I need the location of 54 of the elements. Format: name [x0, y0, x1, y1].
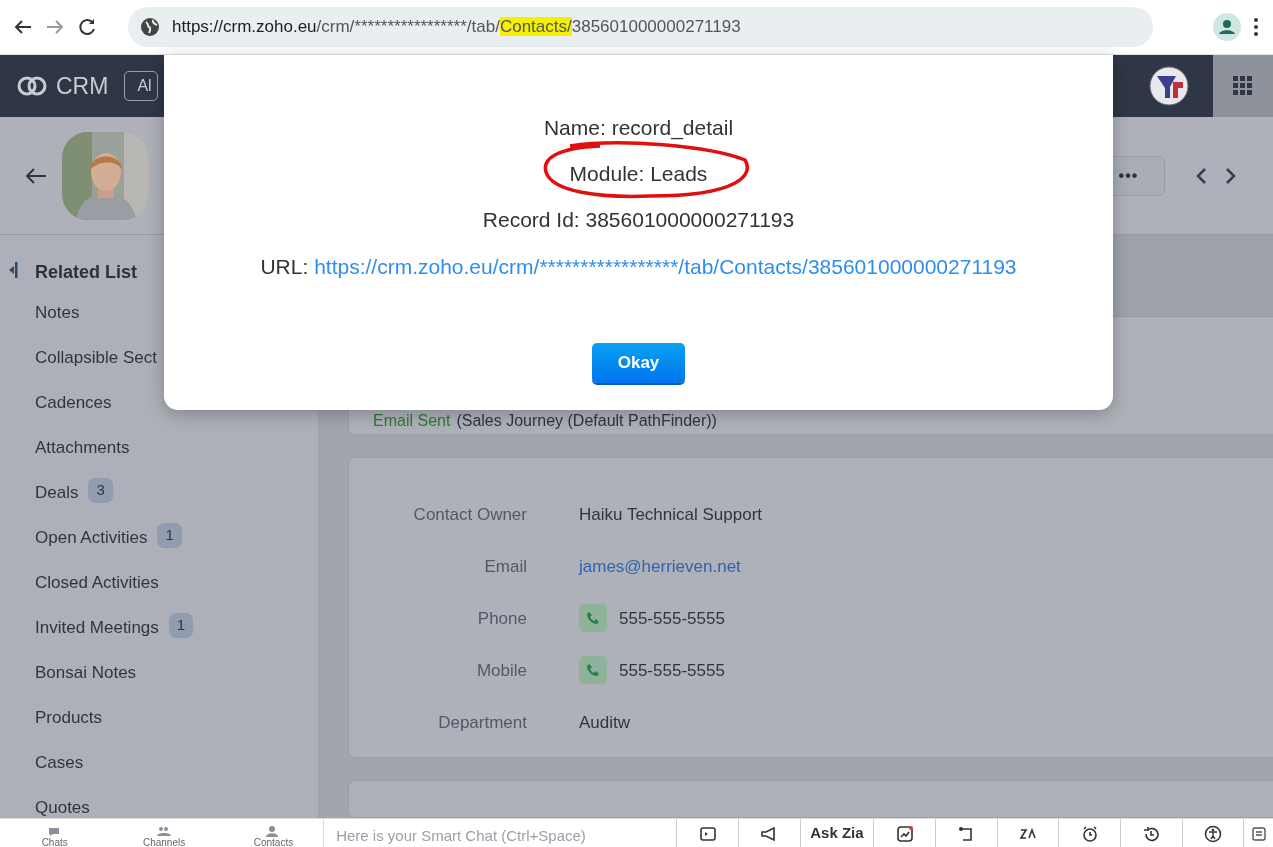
phone-icon	[586, 611, 600, 626]
sidebar-item[interactable]: Products	[0, 705, 318, 750]
field-label: Contact Owner	[412, 503, 528, 526]
app-name: CRM	[56, 71, 109, 101]
field-label: Phone	[476, 607, 528, 630]
grid-icon	[1233, 76, 1253, 96]
count-badge: 1	[168, 613, 194, 638]
sidebar-item[interactable]: Open Activities 1	[0, 525, 318, 570]
sidebar-item[interactable]: Closed Activities	[0, 570, 318, 615]
sidebar-item[interactable]: Cases	[0, 750, 318, 795]
bottom-tab[interactable]: Channels	[109, 819, 219, 847]
screen-icon	[698, 824, 717, 843]
field-value: Haiku Technical Support	[579, 503, 762, 526]
phone-icon	[586, 663, 600, 678]
sidebar-item[interactable]: Bonsai Notes	[0, 660, 318, 705]
sidebar-item[interactable]: Quotes	[0, 795, 318, 818]
all-button[interactable]: Al	[124, 71, 159, 101]
avatar-icon[interactable]	[1149, 66, 1189, 106]
field-value: Auditw	[579, 711, 631, 734]
ask-zia-button[interactable]: Ask Zia	[799, 819, 874, 847]
sidebar-item[interactable]: Invited Meetings 1	[0, 615, 318, 660]
history-icon	[1142, 824, 1161, 843]
profile-icon[interactable]	[1213, 13, 1241, 41]
url-link[interactable]: https://crm.zoho.eu/crm/*****************/tab/Contacts/385601000000271193	[314, 255, 1017, 278]
apps-button[interactable]	[1213, 55, 1273, 117]
field-label: Email	[483, 555, 528, 578]
accessibility-icon	[1203, 824, 1222, 843]
dialog-text: Name: record_detail	[543, 115, 734, 142]
field-value: 555-555-5555	[619, 659, 725, 682]
chart-icon	[895, 824, 914, 843]
back-arrow-icon[interactable]	[24, 165, 48, 186]
notes-icon	[1249, 824, 1268, 843]
field-label: Department	[437, 711, 528, 734]
field-value: 555-555-5555	[619, 607, 725, 630]
count-badge: 3	[88, 478, 113, 503]
alarm-icon	[1080, 824, 1099, 843]
sidebar-item[interactable]: Attachments	[0, 435, 318, 480]
url-label: URL:	[260, 255, 310, 278]
count-badge: 1	[157, 523, 182, 548]
logo-icon	[16, 74, 48, 98]
people-icon	[156, 825, 173, 837]
section-title: Related List	[35, 262, 138, 282]
collapse-icon[interactable]	[8, 261, 18, 279]
dialog-text: Module: Leads	[569, 158, 708, 204]
field-label: Mobile	[475, 659, 528, 682]
journey-text: (Sales Journey (Default PathFinder))	[456, 411, 717, 432]
okay-button[interactable]: Okay	[592, 342, 685, 383]
menu-icon[interactable]	[1251, 15, 1261, 39]
dialog-text: Record Id: 385601000000271193	[482, 207, 795, 233]
globe-icon	[140, 17, 160, 37]
reload-icon[interactable]	[76, 16, 98, 38]
sidebar-item[interactable]: Deals 3	[0, 480, 318, 525]
bottom-tab[interactable]: Chats	[0, 819, 110, 847]
status-label: Email Sent	[373, 411, 451, 432]
